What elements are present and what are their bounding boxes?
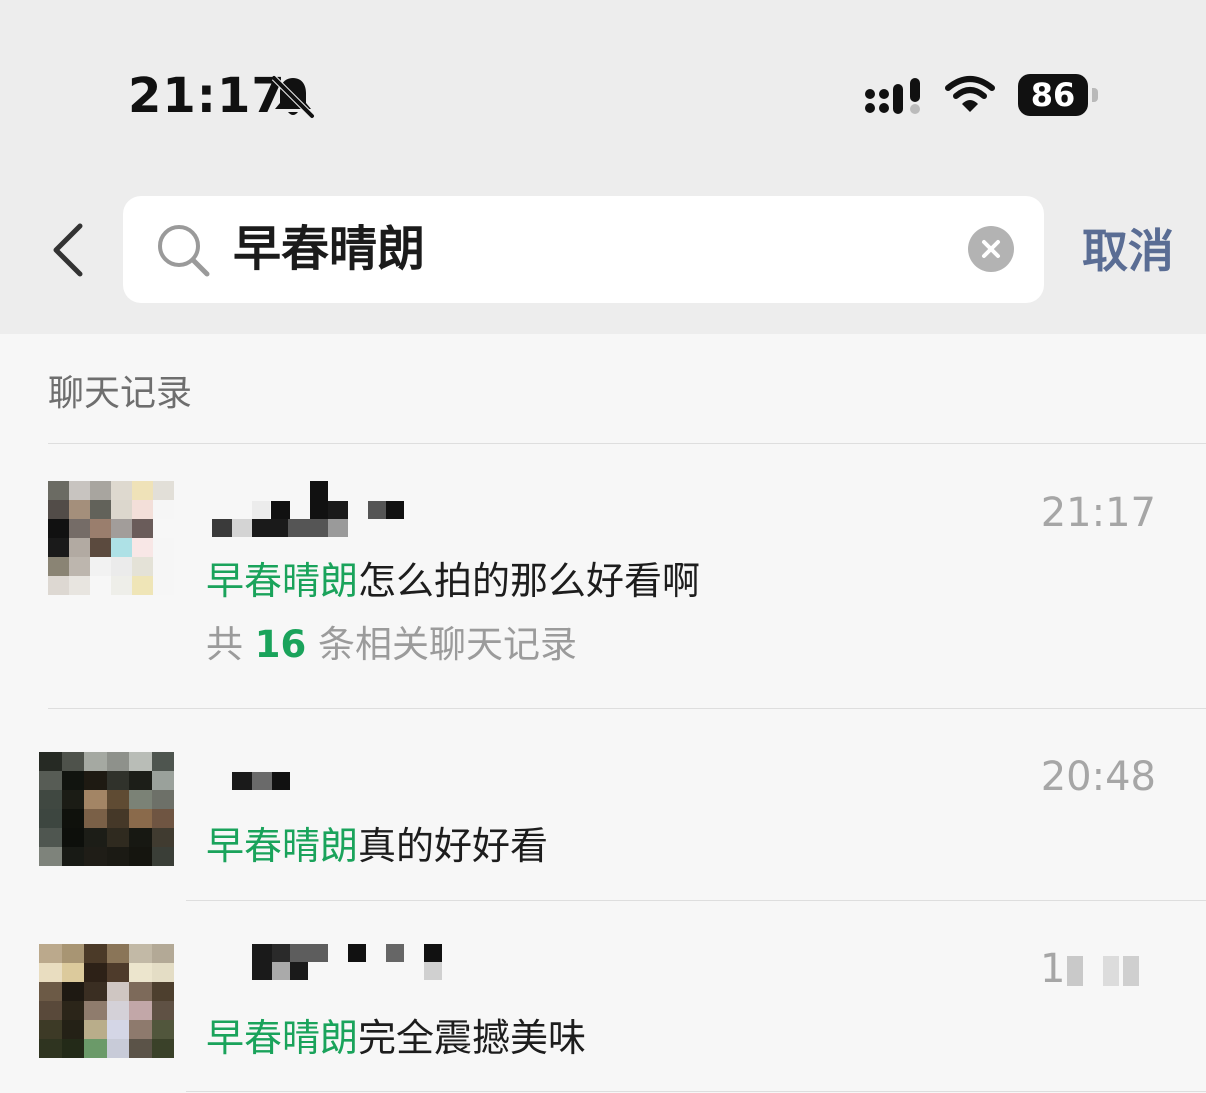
summary-suffix: 条相关聊天记录: [318, 623, 578, 666]
clear-search-icon[interactable]: [968, 226, 1014, 272]
result-time: 20:48: [1040, 754, 1156, 800]
avatar: [39, 944, 174, 1058]
result-message: 早春晴朗怎么拍的那么好看啊: [206, 556, 700, 606]
section-title: 聊天记录: [48, 373, 193, 414]
search-field[interactable]: 早春晴朗: [123, 196, 1044, 303]
search-icon: [158, 225, 210, 277]
divider: [48, 708, 1206, 709]
cancel-button[interactable]: 取消: [1082, 222, 1174, 280]
summary-count: 16: [254, 623, 307, 666]
divider: [48, 443, 1206, 444]
result-summary: 共 16 条相关聊天记录: [206, 620, 577, 670]
wifi-icon: [945, 76, 995, 112]
avatar: [48, 481, 174, 595]
signal-icon: [865, 78, 920, 114]
result-time: 21:17: [1040, 490, 1156, 536]
match-highlight: 早春晴朗: [206, 1016, 359, 1060]
avatar: [39, 752, 174, 866]
result-time-partial: 1: [1040, 944, 1140, 994]
status-time: 21:17: [128, 68, 286, 124]
divider: [186, 1091, 1206, 1092]
message-text: 真的好好看: [358, 824, 549, 868]
result-time: 1: [1040, 946, 1066, 992]
message-text: 完全震撼美味: [358, 1016, 587, 1060]
battery-level: 86: [1018, 74, 1088, 116]
result-message: 早春晴朗完全震撼美味: [206, 1013, 586, 1063]
search-input[interactable]: 早春晴朗: [233, 218, 425, 280]
bell-muted-icon: [271, 75, 315, 119]
divider: [186, 900, 1206, 901]
match-highlight: 早春晴朗: [206, 559, 359, 603]
result-message: 早春晴朗真的好好看: [206, 821, 548, 871]
battery-tip: [1092, 88, 1098, 102]
back-chevron-icon[interactable]: [48, 220, 94, 280]
match-highlight: 早春晴朗: [206, 824, 359, 868]
summary-prefix: 共: [206, 623, 243, 666]
message-text: 怎么拍的那么好看啊: [358, 559, 701, 603]
